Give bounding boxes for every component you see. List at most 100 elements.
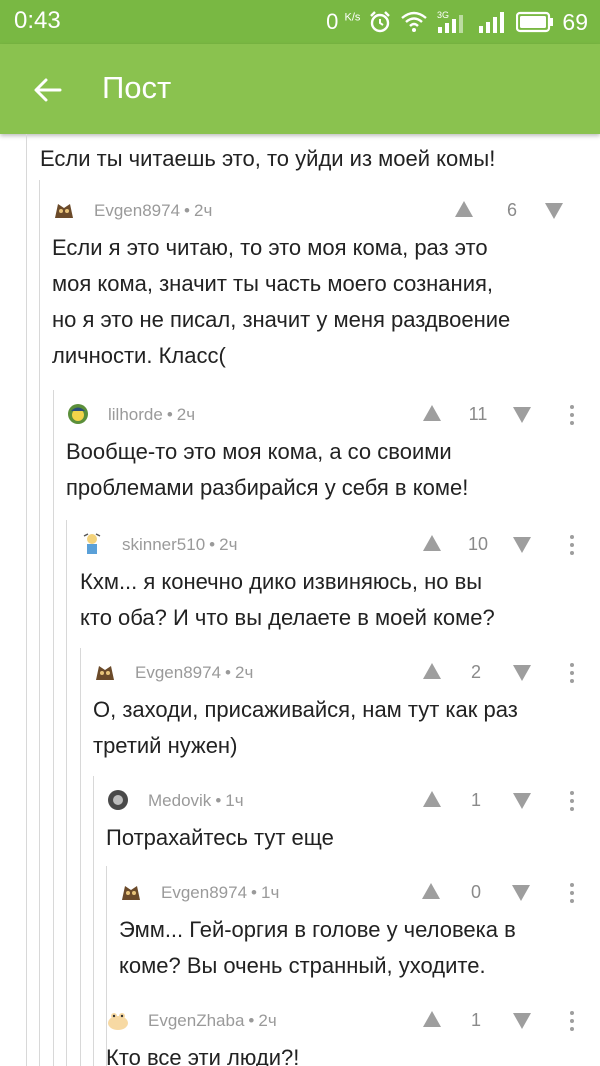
downvote-icon[interactable]	[512, 664, 532, 682]
battery-icon	[516, 11, 554, 33]
comment: Evgen8974 • 1ч 0 Эмм... Гей-оргия в голове…	[119, 876, 600, 984]
avatar[interactable]	[66, 402, 90, 426]
more-options-icon[interactable]	[568, 533, 576, 557]
author-name[interactable]: lilhorde	[108, 405, 163, 424]
comment-time: 2ч	[193, 201, 213, 220]
author-name[interactable]: EvgenZhaba	[148, 1011, 244, 1030]
thread-line	[39, 180, 40, 1066]
comment: Evgen8974 • 2ч 2 О, заходи, присаживайся, …	[93, 656, 600, 764]
signal-icon	[479, 12, 505, 33]
status-time: 0:43	[14, 7, 61, 34]
comment-time: 1ч	[260, 883, 280, 902]
comment-time: 2ч	[219, 535, 238, 554]
wifi-icon	[401, 11, 428, 32]
battery-level: 69	[562, 8, 588, 35]
comment-line: Эмм... Гей-оргия в голове у человека в	[119, 917, 516, 942]
downvote-icon[interactable]	[512, 406, 532, 424]
comment-score: 10	[467, 534, 489, 554]
thread-line	[26, 134, 27, 1066]
upvote-icon[interactable]	[422, 662, 442, 680]
comment-line: проблемами разбирайся у себя в коме!	[66, 475, 469, 500]
upvote-icon[interactable]	[422, 534, 442, 552]
comment-text: Вообще-то это моя кома, а со своими проб…	[66, 434, 600, 506]
author-name[interactable]: skinner510	[122, 535, 205, 554]
comment: skinner510 • 2ч 10 Кхм... я конечно дико и…	[80, 528, 600, 636]
network-speed-value: 0	[326, 9, 339, 34]
avatar[interactable]	[93, 660, 117, 684]
comment-meta: Medovik • 1ч	[148, 791, 244, 810]
comment-text: Потрахайтесь тут еще	[106, 820, 600, 856]
avatar[interactable]	[80, 532, 104, 556]
downvote-icon[interactable]	[511, 884, 531, 902]
downvote-icon[interactable]	[512, 1012, 532, 1030]
upvote-icon[interactable]	[422, 790, 442, 808]
downvote-icon[interactable]	[512, 536, 532, 554]
back-button[interactable]	[26, 68, 70, 112]
comment-score: 11	[468, 404, 488, 424]
comment-score: 2	[470, 662, 481, 682]
more-options-icon[interactable]	[568, 881, 576, 905]
comment-line: Кхм... я конечно дико извиняюсь, но вы	[80, 569, 483, 594]
comment-header: lilhorde • 2ч 11	[66, 398, 600, 432]
signal-3g-icon: 3G	[437, 10, 464, 33]
comment-line: личности. Класс(	[52, 343, 226, 368]
comment-header: Evgen8974 • 2ч 2	[93, 656, 600, 690]
comment-line: моя кома, значит ты часть моего сознания…	[52, 271, 494, 296]
comment: lilhorde • 2ч 11 Вообще-то это моя кома, а…	[66, 398, 600, 506]
avatar[interactable]	[52, 198, 76, 222]
comment-meta: Evgen8974 • 1ч	[161, 883, 280, 902]
avatar[interactable]	[119, 880, 143, 904]
comment-line: Кто все эти люди?!	[106, 1045, 300, 1066]
comment-text: Кхм... я конечно дико извиняюсь, но вы к…	[80, 564, 600, 636]
downvote-icon[interactable]	[544, 202, 564, 220]
comment-score: 0	[470, 882, 481, 902]
upvote-icon[interactable]	[422, 1010, 442, 1028]
comment-meta: EvgenZhaba • 2ч	[148, 1011, 277, 1030]
comment-line: кто оба? И что вы делаете в моей коме?	[80, 605, 495, 630]
comment-time: 2ч	[234, 663, 254, 682]
comment: Medovik • 1ч 1 Потрахайтесь тут еще	[106, 784, 600, 856]
comment-line: Потрахайтесь тут еще	[106, 825, 334, 850]
status-bar: 0:43 0 K/s 3G 69	[0, 0, 600, 44]
comment-line: Вообще-то это моя кома, а со своими	[66, 439, 452, 464]
comment-line: но я это не писал, значит у меня раздвое…	[52, 307, 511, 332]
more-options-icon[interactable]	[568, 1009, 576, 1033]
thread-line	[66, 520, 67, 1066]
downvote-icon[interactable]	[512, 792, 532, 810]
author-name[interactable]: Evgen8974	[135, 663, 221, 682]
comment-header: Evgen8974 • 2ч 6	[52, 194, 600, 228]
comment-meta: Evgen8974 • 2ч	[94, 201, 213, 220]
comment-time: 1ч	[225, 791, 244, 810]
parent-comment-text: Если ты читаешь это, то уйди из моей ком…	[40, 146, 496, 171]
comment-time: 2ч	[258, 1011, 277, 1030]
author-name[interactable]: Evgen8974	[161, 883, 247, 902]
author-name[interactable]: Evgen8974	[94, 201, 180, 220]
arrow-left-icon	[34, 78, 62, 102]
more-options-icon[interactable]	[568, 661, 576, 685]
comment-header: Medovik • 1ч 1	[106, 784, 600, 818]
comment-line: О, заходи, присаживайся, нам тут как раз	[93, 697, 518, 722]
more-options-icon[interactable]	[568, 789, 576, 813]
avatar[interactable]	[106, 788, 130, 812]
upvote-icon[interactable]	[422, 404, 442, 422]
comment-score: 6	[506, 200, 517, 220]
comment-line: Если я это читаю, то это моя кома, раз э…	[52, 235, 488, 260]
more-options-icon[interactable]	[568, 403, 576, 427]
comments-thread[interactable]: Если ты читаешь это, то уйди из моей ком…	[0, 134, 600, 1066]
network-speed: 0 K/s	[326, 9, 360, 35]
comment-score: 1	[470, 1010, 481, 1030]
upvote-icon[interactable]	[454, 200, 474, 218]
thread-line	[93, 776, 94, 1066]
avatar[interactable]	[106, 1008, 130, 1032]
comment-meta: lilhorde • 2ч	[108, 405, 196, 424]
comment-line: третий нужен)	[93, 733, 238, 758]
upvote-icon[interactable]	[421, 882, 441, 900]
thread-line	[80, 648, 81, 1066]
thread-line	[53, 390, 54, 1066]
comment-time: 2ч	[176, 405, 196, 424]
network-type: 3G	[437, 10, 449, 20]
comment: Evgen8974 • 2ч 6 Если я это читаю, то это …	[52, 194, 600, 374]
comment-text: Эмм... Гей-оргия в голове у человека в к…	[119, 912, 600, 984]
author-name[interactable]: Medovik	[148, 791, 211, 810]
comment-text: Если я это читаю, то это моя кома, раз э…	[52, 230, 600, 374]
